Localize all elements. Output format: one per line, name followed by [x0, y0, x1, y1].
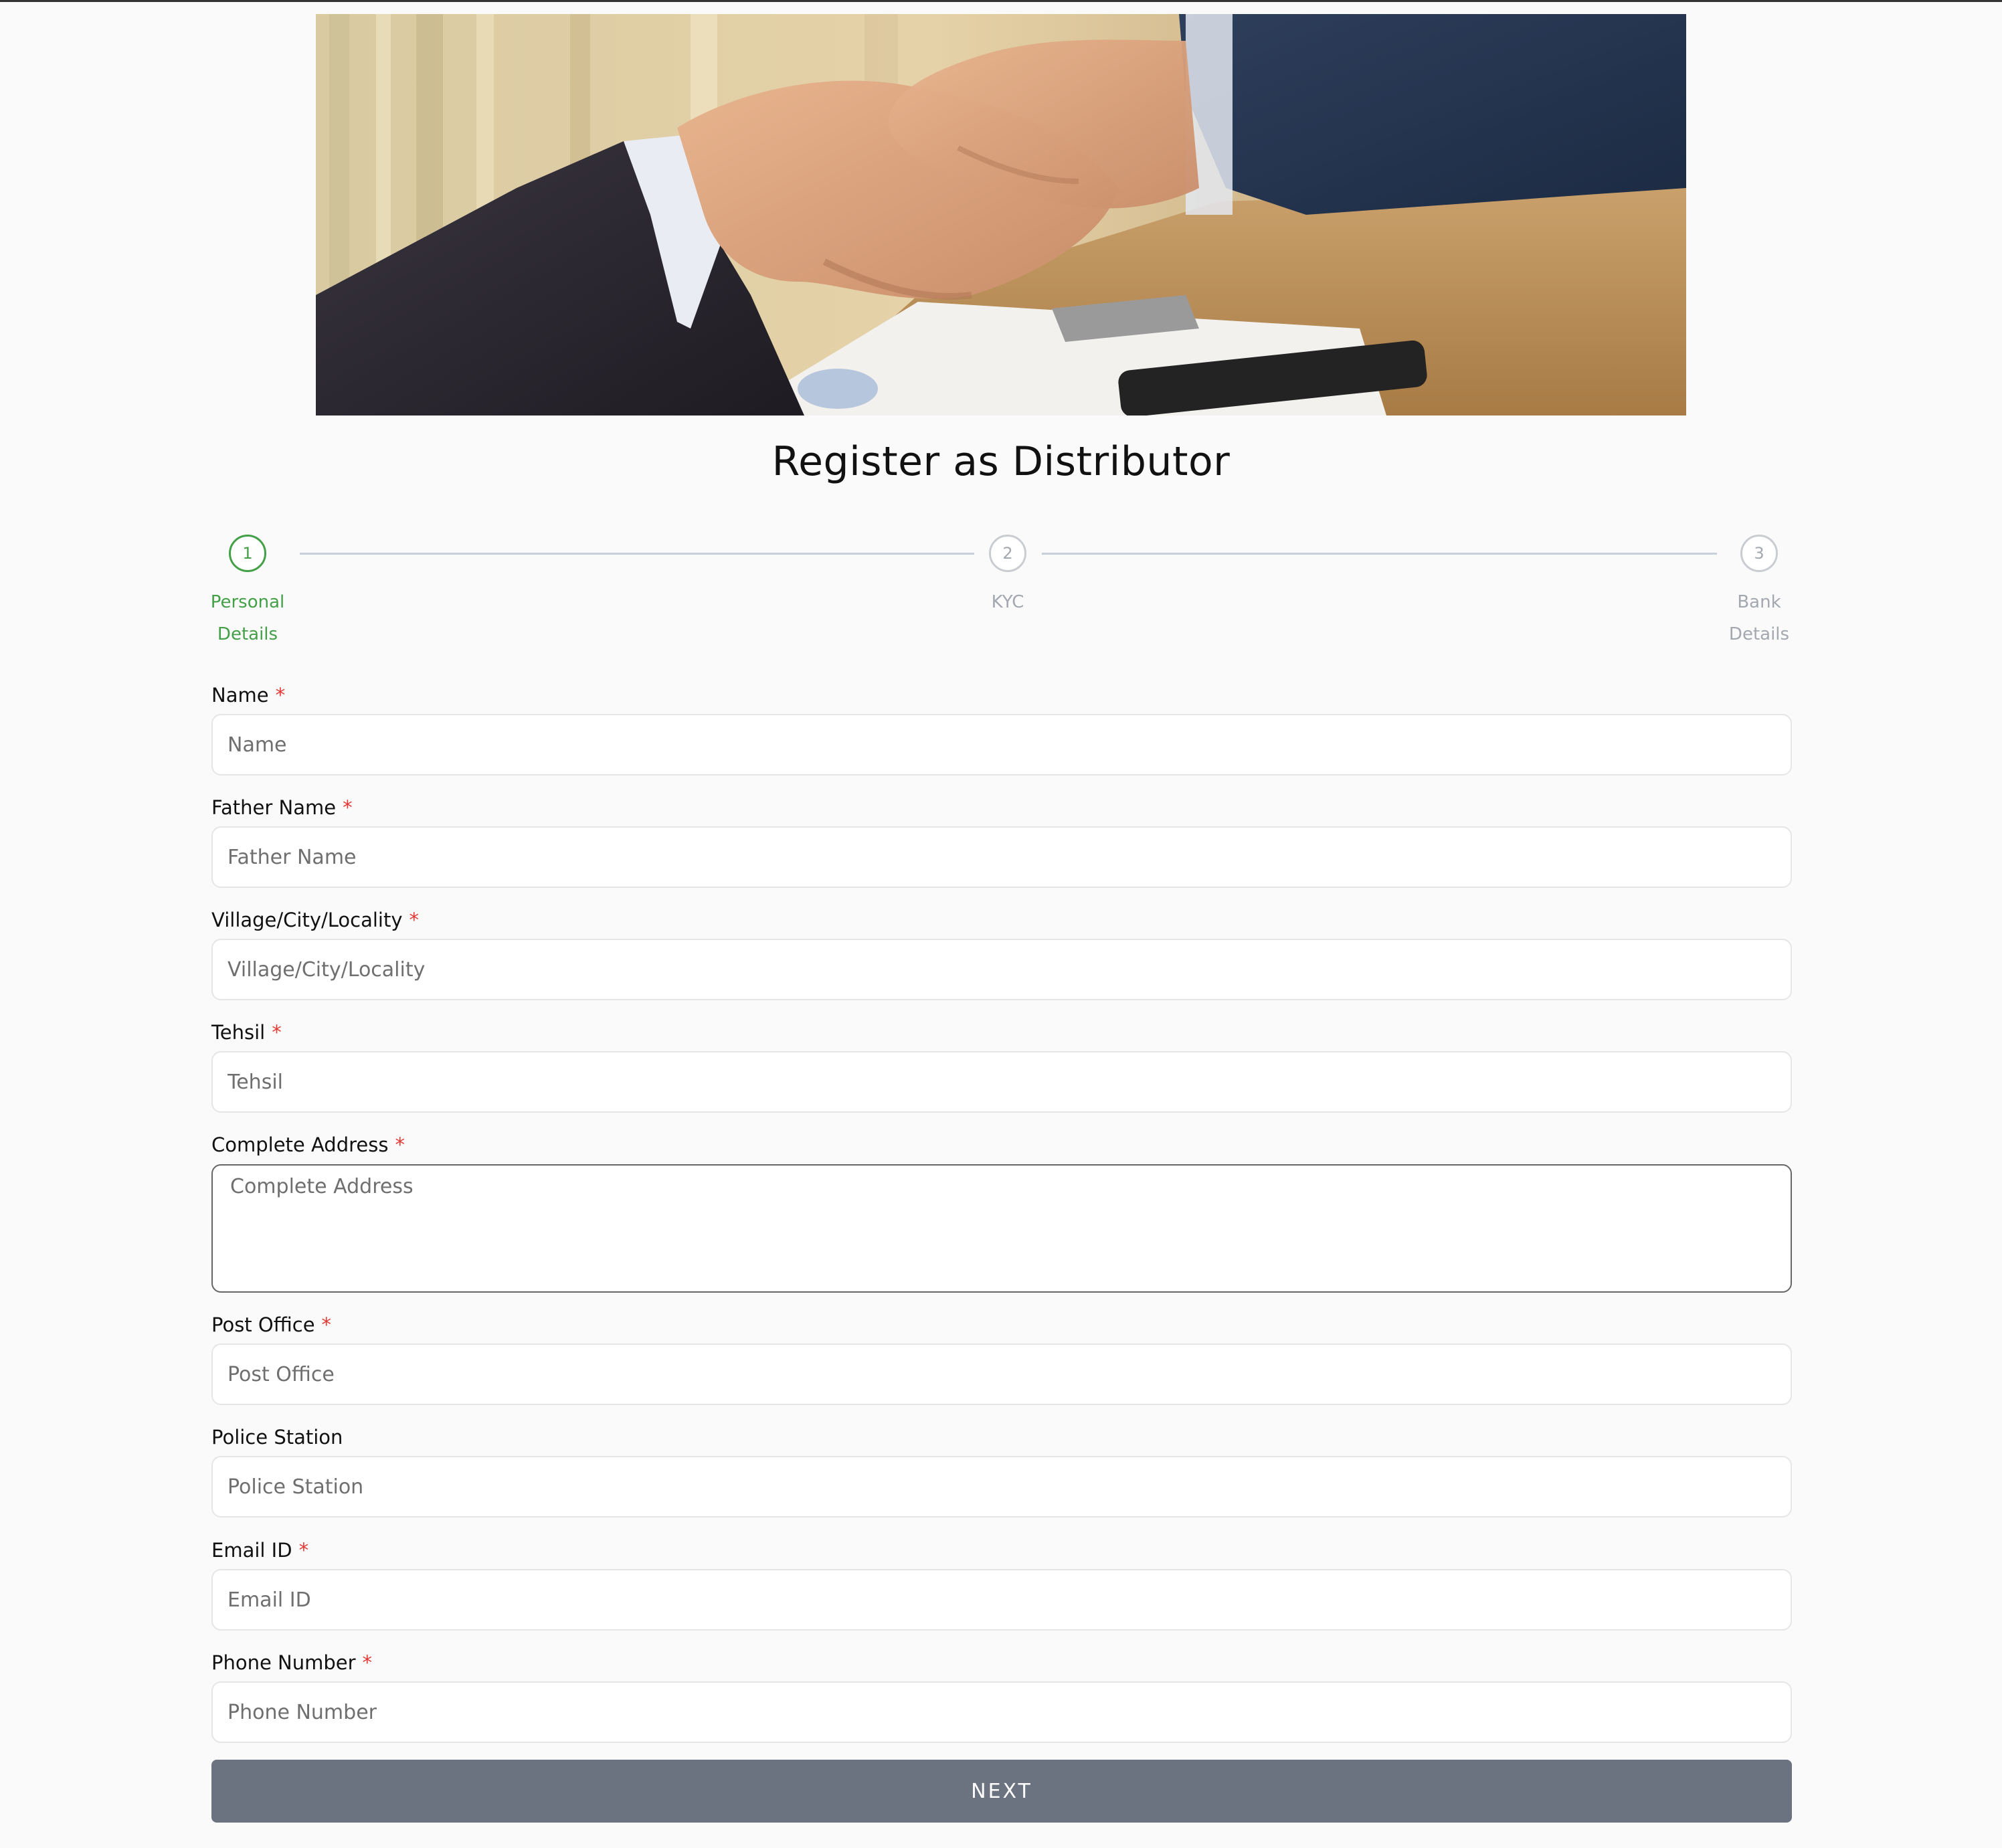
phone-input[interactable] [211, 1681, 1792, 1743]
father-name-label: Father Name * [211, 796, 353, 819]
village-input[interactable] [211, 939, 1792, 1000]
email-label: Email ID * [211, 1539, 308, 1562]
required-mark: * [275, 684, 286, 707]
step-3-label-line2: Details [1728, 624, 1790, 644]
name-label-text: Name [211, 684, 269, 707]
step-2-label: KYC [947, 586, 1068, 618]
handshake-hero-image [316, 14, 1686, 415]
required-mark: * [409, 909, 420, 931]
address-label-text: Complete Address [211, 1133, 389, 1156]
email-input[interactable] [211, 1569, 1792, 1631]
required-mark: * [298, 1539, 309, 1562]
father-name-label-text: Father Name [211, 796, 337, 819]
step-1-indicator[interactable]: 1 [229, 535, 266, 572]
address-label: Complete Address * [211, 1133, 405, 1156]
step-3-label-line1: Bank [1737, 592, 1781, 612]
step-connector-1 [300, 553, 974, 555]
police-station-label-text: Police Station [211, 1426, 343, 1449]
required-mark: * [343, 796, 353, 819]
tehsil-label-text: Tehsil [211, 1021, 266, 1044]
phone-label: Phone Number * [211, 1651, 372, 1674]
post-office-label-text: Post Office [211, 1313, 315, 1336]
village-label: Village/City/Locality * [211, 909, 419, 931]
top-border [0, 0, 2002, 2]
step-2-indicator[interactable]: 2 [989, 535, 1026, 572]
post-office-label: Post Office * [211, 1313, 331, 1336]
step-3-label: Bank Details [1699, 586, 1819, 650]
tehsil-input[interactable] [211, 1051, 1792, 1113]
step-1-label-line2: Details [217, 624, 278, 644]
phone-label-text: Phone Number [211, 1651, 356, 1674]
step-connector-2 [1042, 553, 1717, 555]
step-3-indicator[interactable]: 3 [1740, 535, 1778, 572]
post-office-input[interactable] [211, 1344, 1792, 1405]
name-label: Name * [211, 684, 285, 707]
address-textarea[interactable] [211, 1164, 1792, 1293]
page-title: Register as Distributor [771, 438, 1231, 485]
police-station-input[interactable] [211, 1456, 1792, 1517]
tehsil-label: Tehsil * [211, 1021, 282, 1044]
village-label-text: Village/City/Locality [211, 909, 403, 931]
required-mark: * [272, 1021, 282, 1044]
next-button[interactable]: NEXT [211, 1760, 1792, 1823]
name-input[interactable] [211, 714, 1792, 775]
required-mark: * [321, 1313, 332, 1336]
required-mark: * [395, 1133, 405, 1156]
father-name-input[interactable] [211, 826, 1792, 888]
required-mark: * [362, 1651, 373, 1674]
police-station-label: Police Station [211, 1426, 343, 1449]
step-2-label-line1: KYC [991, 592, 1024, 612]
registration-stepper: 1 2 3 Personal Details KYC Bank Details [211, 533, 1792, 653]
email-label-text: Email ID [211, 1539, 292, 1562]
step-1-label: Personal Details [187, 586, 308, 650]
step-1-label-line1: Personal [210, 592, 285, 612]
